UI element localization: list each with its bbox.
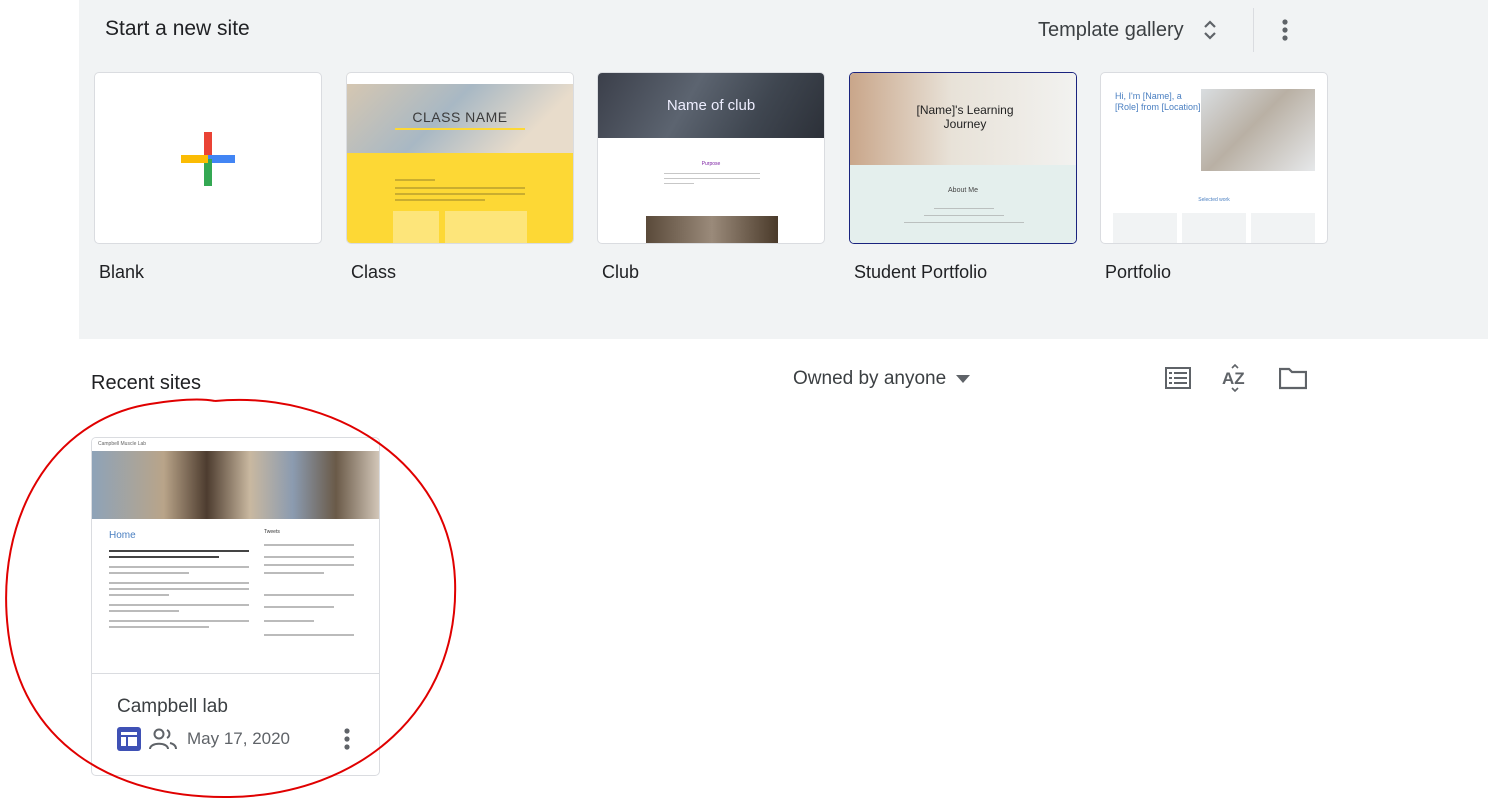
class-preview-box bbox=[445, 211, 527, 243]
club-preview-title: Name of club bbox=[666, 97, 756, 114]
site-preview-text-line bbox=[109, 626, 209, 628]
portfolio-preview-box bbox=[1113, 213, 1177, 243]
student-portfolio-preview-text-line bbox=[934, 208, 994, 209]
list-view-button[interactable] bbox=[1160, 360, 1196, 396]
list-view-icon bbox=[1165, 367, 1191, 389]
class-preview-underline bbox=[395, 128, 525, 130]
student-portfolio-preview-text-line bbox=[924, 215, 1004, 216]
site-preview-text-line bbox=[109, 620, 249, 622]
more-vert-icon bbox=[344, 728, 350, 750]
template-label: Student Portfolio bbox=[854, 262, 988, 282]
site-preview-text-line bbox=[109, 610, 179, 612]
site-preview-text-line bbox=[109, 588, 249, 590]
template-gallery-label: Template gallery bbox=[1038, 18, 1184, 41]
site-preview-tweet-line bbox=[264, 564, 354, 566]
class-preview-text-line bbox=[395, 179, 435, 181]
site-preview-text-line bbox=[109, 604, 249, 606]
template-label: Portfolio bbox=[1105, 262, 1172, 282]
unfold-more-icon bbox=[1203, 20, 1216, 40]
club-preview-text-line bbox=[664, 178, 760, 179]
site-thumbnail: Campbell Muscle Lab Home Tweets bbox=[92, 438, 379, 674]
dropdown-arrow-icon bbox=[956, 375, 971, 383]
template-student-portfolio-thumbnail[interactable]: [Name]'s Learning Journey About Me bbox=[849, 72, 1077, 244]
site-meta: May 17, 2020 bbox=[117, 726, 290, 752]
class-preview-text-line bbox=[395, 199, 485, 201]
class-preview-text-line bbox=[395, 187, 525, 189]
recent-site-card[interactable]: Campbell Muscle Lab Home Tweets Campbell… bbox=[91, 437, 380, 776]
club-preview-text-line bbox=[664, 183, 694, 184]
site-date: May 17, 2020 bbox=[187, 729, 291, 748]
site-preview-nav: Campbell Muscle Lab bbox=[92, 438, 379, 450]
template-portfolio[interactable]: Hi, I'm [Name], a [Role] from [Location]… bbox=[1100, 72, 1328, 283]
club-preview-image bbox=[646, 216, 778, 243]
site-preview-photo bbox=[92, 451, 379, 519]
portfolio-preview-title: Hi, I'm [Name], a [Role] from [Location]… bbox=[1115, 91, 1204, 112]
template-blank-thumbnail[interactable] bbox=[94, 72, 322, 244]
site-preview-tweet-line bbox=[264, 556, 354, 558]
student-portfolio-preview-title: [Name]'s Learning Journey bbox=[916, 103, 1014, 131]
template-club[interactable]: Name of club Purpose Club bbox=[597, 72, 825, 283]
more-vert-icon bbox=[1282, 19, 1288, 41]
sort-button[interactable]: AZ bbox=[1217, 360, 1253, 396]
svg-text:AZ: AZ bbox=[1222, 369, 1245, 388]
site-preview-text-line bbox=[109, 566, 249, 568]
site-preview-tweets: Tweets bbox=[264, 529, 280, 535]
template-student-portfolio[interactable]: [Name]'s Learning Journey About Me Stude… bbox=[849, 72, 1077, 283]
sites-icon bbox=[117, 727, 141, 751]
site-preview-tweet-line bbox=[264, 620, 314, 622]
site-preview-home: Home bbox=[109, 530, 136, 541]
template-gallery-button[interactable]: Template gallery bbox=[1030, 10, 1222, 50]
club-preview-text-line bbox=[664, 173, 760, 174]
template-blank[interactable]: Blank bbox=[94, 72, 322, 283]
site-preview-tweet-line bbox=[264, 572, 324, 574]
template-club-thumbnail[interactable]: Name of club Purpose bbox=[597, 72, 825, 244]
class-preview-text-line bbox=[395, 193, 525, 195]
owner-filter-dropdown[interactable]: Owned by anyone bbox=[785, 362, 978, 396]
site-preview-tweet-line bbox=[264, 606, 334, 608]
class-preview-title: CLASS NAME bbox=[412, 109, 508, 125]
portfolio-preview-selected-work: Selected work bbox=[1198, 197, 1230, 203]
site-name: Campbell lab bbox=[117, 696, 228, 717]
recent-sites-title: Recent sites bbox=[91, 372, 202, 394]
student-portfolio-preview-body bbox=[850, 165, 1076, 243]
site-preview-nav-title: Campbell Muscle Lab bbox=[98, 441, 147, 447]
shared-people-icon bbox=[149, 728, 177, 750]
site-preview-tweet-line bbox=[264, 594, 354, 596]
class-preview-nav bbox=[347, 73, 573, 84]
student-portfolio-preview-text-line bbox=[904, 222, 1024, 223]
template-class-thumbnail[interactable]: CLASS NAME bbox=[346, 72, 574, 244]
student-portfolio-preview-about: About Me bbox=[948, 187, 978, 194]
template-label: Club bbox=[602, 262, 640, 282]
site-preview-tweet-line bbox=[264, 634, 354, 636]
template-label: Class bbox=[351, 262, 397, 282]
site-preview-text-line bbox=[109, 572, 189, 574]
template-portfolio-thumbnail[interactable]: Hi, I'm [Name], a [Role] from [Location]… bbox=[1100, 72, 1328, 244]
open-folder-button[interactable] bbox=[1275, 360, 1311, 396]
portfolio-preview-photo bbox=[1201, 89, 1315, 171]
portfolio-preview-box bbox=[1182, 213, 1246, 243]
site-preview-text-line bbox=[109, 556, 219, 558]
site-preview-text-line bbox=[109, 594, 169, 596]
site-preview-tweet-line bbox=[264, 544, 354, 546]
owner-filter-label: Owned by anyone bbox=[793, 368, 947, 389]
template-section-title: Start a new site bbox=[105, 17, 250, 40]
template-class[interactable]: CLASS NAME Class bbox=[346, 72, 574, 283]
site-more-button[interactable] bbox=[332, 724, 362, 754]
template-label: Blank bbox=[99, 262, 145, 282]
template-menu-button[interactable] bbox=[1268, 12, 1302, 48]
portfolio-preview-box bbox=[1251, 213, 1315, 243]
toolbar-divider bbox=[1253, 8, 1254, 52]
site-preview-text-line bbox=[109, 582, 249, 584]
class-preview-box bbox=[393, 211, 439, 243]
site-preview-text-line bbox=[109, 550, 249, 552]
club-preview-purpose: Purpose bbox=[701, 161, 721, 167]
plus-icon bbox=[181, 132, 235, 186]
sort-az-icon: AZ bbox=[1222, 364, 1245, 392]
folder-icon bbox=[1279, 367, 1307, 390]
